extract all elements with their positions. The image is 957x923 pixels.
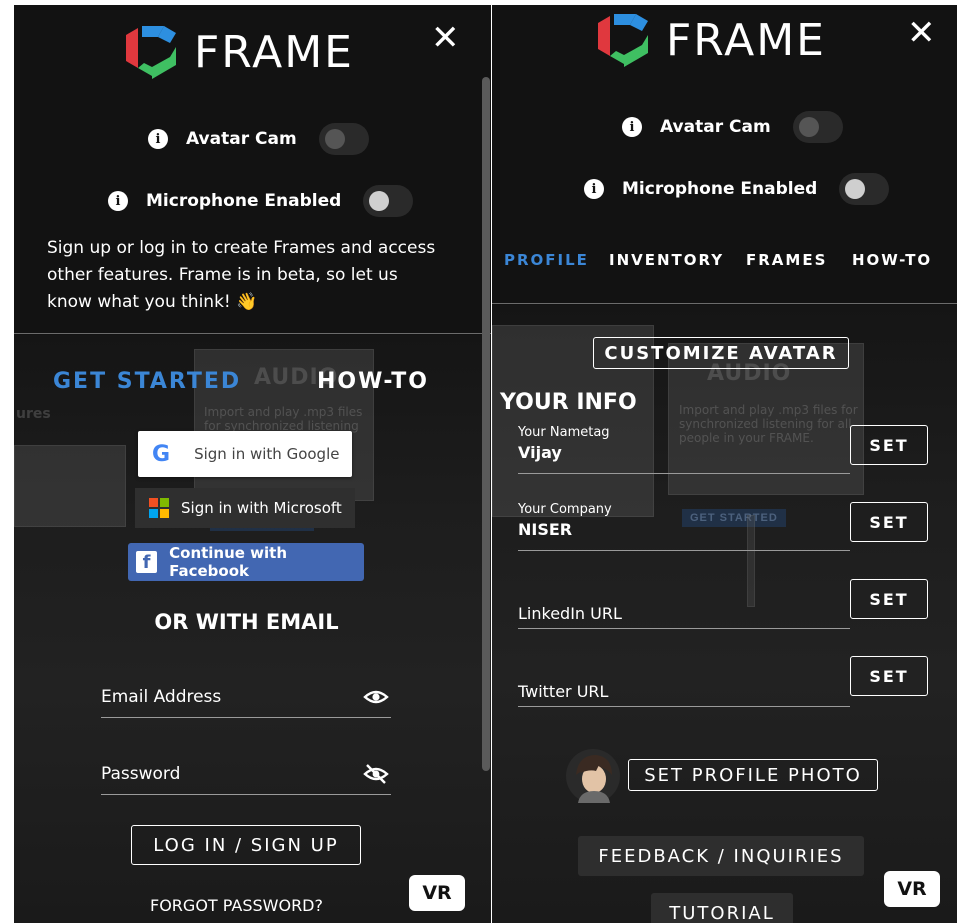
- nametag-value: Vijay: [518, 443, 562, 462]
- frame-logo: FRAME: [590, 9, 826, 71]
- avatar-cam-toggle[interactable]: [792, 111, 843, 143]
- avatar-cam-row: i Avatar Cam: [148, 123, 369, 155]
- toggle-knob: [324, 129, 345, 149]
- frame-logo: FRAME: [118, 21, 354, 83]
- your-info-heading: YOUR INFO: [500, 390, 637, 415]
- avatar-cam-row: i Avatar Cam: [622, 111, 843, 143]
- password-label: Password: [101, 764, 181, 784]
- toggle-knob: [369, 191, 390, 211]
- frame-logo-text: FRAME: [666, 14, 826, 66]
- frame-logo-icon: [126, 26, 176, 79]
- microsoft-signin-label: Sign in with Microsoft: [181, 499, 342, 517]
- login-signup-button[interactable]: LOG IN / SIGN UP: [131, 825, 361, 865]
- email-field[interactable]: Email Address: [101, 677, 391, 718]
- avatar-cam-toggle[interactable]: [318, 123, 369, 155]
- login-panel: AUDIO Import and play .mp3 files for syn…: [14, 5, 491, 923]
- avatar-cam-label: Avatar Cam: [186, 129, 297, 149]
- profile-panel: AUDIO Import and play .mp3 files for syn…: [492, 5, 957, 923]
- microphone-label: Microphone Enabled: [146, 191, 342, 211]
- close-icon[interactable]: ✕: [907, 16, 936, 50]
- facebook-icon: f: [136, 551, 158, 573]
- close-icon[interactable]: ✕: [431, 21, 460, 55]
- divider: [492, 303, 957, 304]
- tab-frames[interactable]: FRAMES: [746, 251, 827, 269]
- toggle-knob: [845, 179, 866, 199]
- microphone-label: Microphone Enabled: [622, 179, 818, 199]
- avatar-cam-label: Avatar Cam: [660, 117, 771, 137]
- info-icon[interactable]: i: [148, 129, 168, 149]
- set-nametag-button[interactable]: SET: [850, 425, 928, 465]
- feedback-inquiries-button[interactable]: FEEDBACK / INQUIRIES: [578, 836, 864, 876]
- facebook-signin-label: Continue with Facebook: [169, 544, 288, 580]
- facebook-signin-button[interactable]: f Continue with Facebook: [128, 543, 364, 581]
- google-signin-button[interactable]: G Sign in with Google: [138, 431, 352, 477]
- scrollbar[interactable]: [482, 77, 490, 771]
- google-icon: G: [152, 441, 171, 467]
- microphone-row: i Microphone Enabled: [584, 173, 890, 205]
- forgot-password-link[interactable]: FORGOT PASSWORD?: [150, 896, 323, 915]
- microphone-toggle[interactable]: [839, 173, 890, 205]
- tab-profile[interactable]: PROFILE: [504, 251, 589, 269]
- nametag-label: Your Nametag: [518, 425, 610, 440]
- info-icon[interactable]: i: [108, 191, 128, 211]
- vr-button[interactable]: VR: [409, 875, 465, 911]
- info-icon[interactable]: i: [584, 179, 604, 199]
- tab-get-started[interactable]: GET STARTED: [53, 369, 241, 394]
- customize-avatar-button[interactable]: CUSTOMIZE AVATAR: [593, 337, 849, 369]
- email-heading: OR WITH EMAIL: [154, 610, 339, 634]
- email-label: Email Address: [101, 687, 222, 707]
- eye-off-icon[interactable]: [363, 763, 389, 785]
- password-field[interactable]: Password: [101, 754, 391, 795]
- vr-button[interactable]: VR: [884, 871, 940, 907]
- tab-how-to[interactable]: HOW-TO: [852, 251, 932, 269]
- set-linkedin-button[interactable]: SET: [850, 579, 928, 619]
- microphone-row: i Microphone Enabled: [108, 185, 414, 217]
- nametag-field[interactable]: Your Nametag Vijay: [518, 425, 850, 474]
- scene-side-label: ures: [16, 406, 51, 422]
- twitter-label: Twitter URL: [518, 682, 609, 701]
- company-field[interactable]: Your Company NISER: [518, 502, 850, 551]
- avatar: [566, 749, 620, 803]
- twitter-field[interactable]: Twitter URL: [518, 658, 850, 707]
- linkedin-field[interactable]: LinkedIn URL: [518, 580, 850, 629]
- microphone-toggle[interactable]: [363, 185, 414, 217]
- tutorial-button[interactable]: TUTORIAL: [651, 893, 793, 923]
- frame-logo-text: FRAME: [194, 26, 354, 78]
- divider: [14, 333, 491, 334]
- company-label: Your Company: [518, 502, 612, 517]
- set-profile-photo-button[interactable]: SET PROFILE PHOTO: [628, 759, 878, 791]
- microsoft-icon: [149, 498, 169, 518]
- tab-inventory[interactable]: INVENTORY: [609, 251, 724, 269]
- frame-logo-icon: [598, 14, 648, 67]
- microsoft-signin-button[interactable]: Sign in with Microsoft: [135, 488, 355, 528]
- toggle-knob: [798, 117, 819, 137]
- tab-how-to[interactable]: HOW-TO: [317, 369, 429, 394]
- eye-icon[interactable]: [363, 688, 389, 706]
- set-twitter-button[interactable]: SET: [850, 656, 928, 696]
- info-icon[interactable]: i: [622, 117, 642, 137]
- scene-side-board: [14, 445, 126, 527]
- intro-text: Sign up or log in to create Frames and a…: [47, 238, 436, 312]
- company-value: NISER: [518, 520, 573, 539]
- set-company-button[interactable]: SET: [850, 502, 928, 542]
- linkedin-label: LinkedIn URL: [518, 604, 622, 623]
- google-signin-label: Sign in with Google: [194, 445, 340, 463]
